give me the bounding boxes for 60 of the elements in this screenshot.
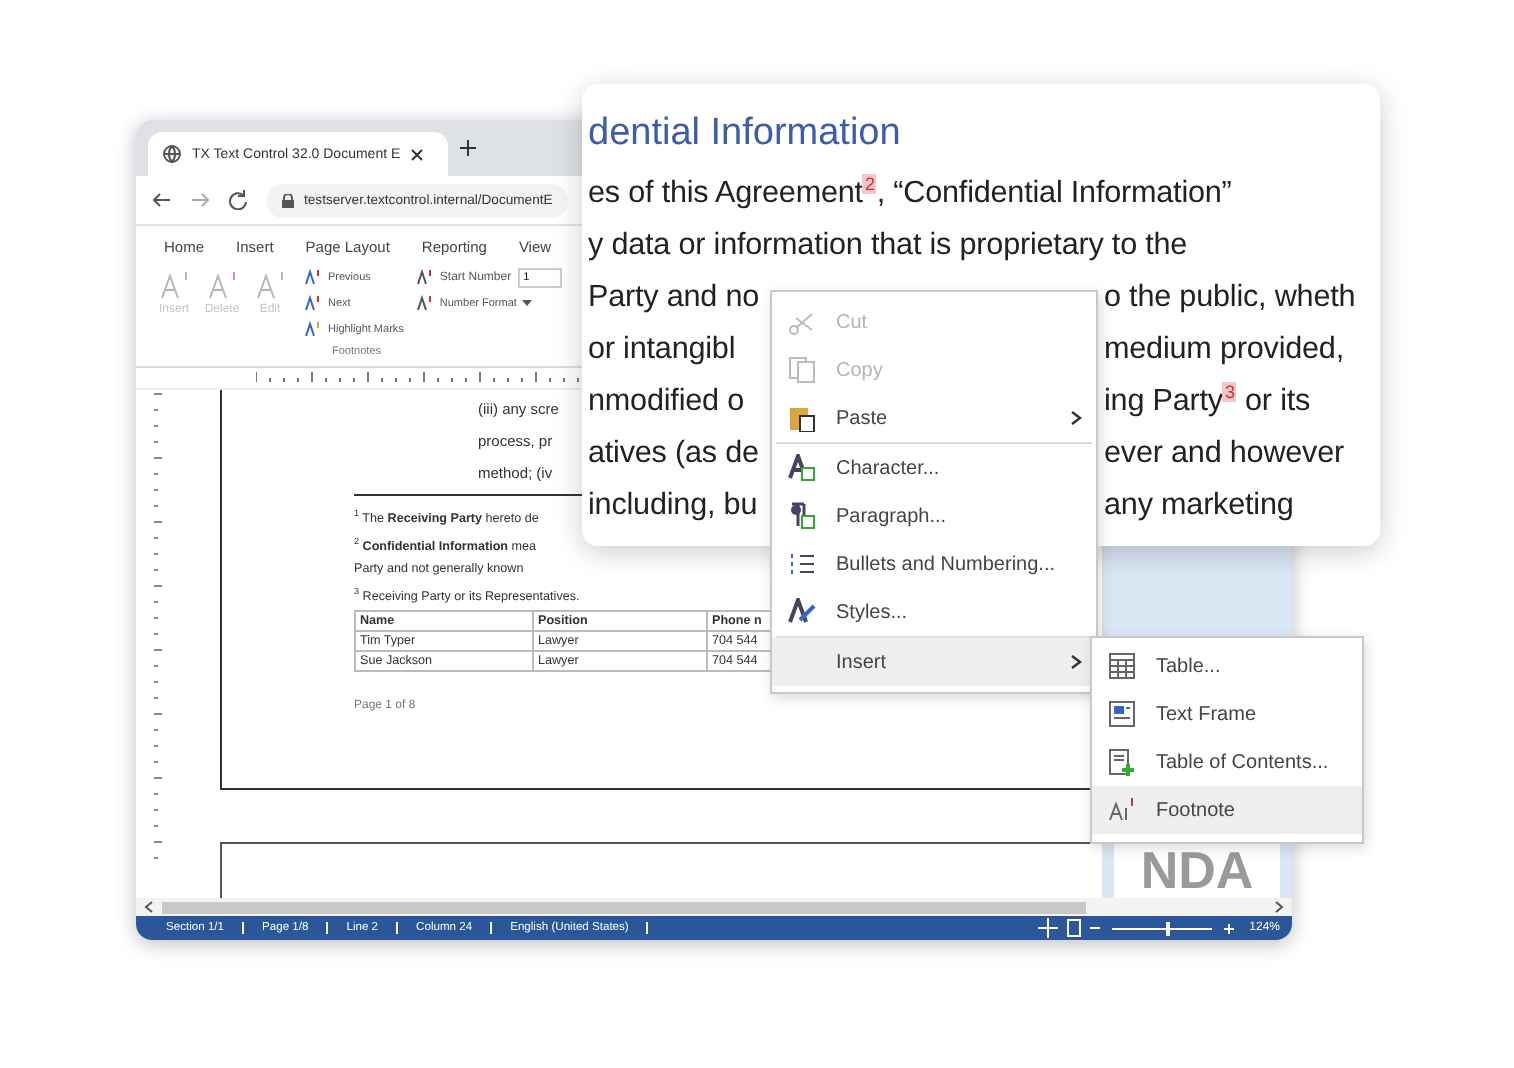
- heading-text: dential Information: [588, 110, 903, 158]
- body-text: o the public, wheth: [1104, 280, 1356, 316]
- body-text: nmodified o: [588, 384, 744, 420]
- page-icon: [1065, 918, 1082, 938]
- footnote-icon: [415, 268, 434, 286]
- globe-icon: [162, 144, 182, 164]
- chevron-right-icon: [1274, 900, 1284, 914]
- forward-icon: [190, 190, 210, 210]
- plus-icon: [1223, 923, 1234, 933]
- footnote-icon: [207, 270, 237, 300]
- body-text: ing Party$^{3}$ or its: [1104, 382, 1311, 422]
- menu-item[interactable]: Character...: [772, 444, 1096, 492]
- body-text: medium provided,: [1104, 332, 1344, 368]
- caret-icon: [522, 300, 533, 306]
- scissors-icon: [788, 308, 816, 336]
- menu-item[interactable]: Styles...: [772, 588, 1096, 636]
- thumbnail-text: NDA: [1140, 842, 1254, 898]
- pilcrow-icon: [788, 502, 816, 530]
- reload-icon: [228, 190, 248, 210]
- text-frame-icon: [1108, 700, 1136, 728]
- body-text: es of this Agreement$^{2}$, “Confidential Information”: [588, 174, 1232, 214]
- body-text: Party and no: [588, 280, 760, 316]
- styles-brush-icon: [788, 598, 816, 626]
- footnote-icon: [159, 270, 189, 300]
- chevron-left-icon: [144, 900, 154, 914]
- chevron-right-icon: [1068, 408, 1084, 428]
- body-text: y data or information that is proprietary to the: [588, 228, 1188, 264]
- menu-item[interactable]: Text Frame: [1092, 690, 1362, 738]
- body-text: ever and however: [1104, 436, 1344, 472]
- chevron-right-icon: [1068, 652, 1084, 672]
- clipboard-icon: [788, 404, 816, 432]
- body-text: atives (as de: [588, 436, 759, 472]
- footnote-icon: [304, 268, 322, 286]
- menu-item[interactable]: Insert: [772, 638, 1096, 686]
- footnote-icon: [415, 294, 434, 312]
- zoom-slider-thumb[interactable]: [1166, 921, 1171, 935]
- lock-icon: [282, 193, 294, 207]
- footnote-icon: [1108, 796, 1136, 824]
- back-icon: [152, 190, 172, 210]
- menu-item[interactable]: Footnote: [1092, 786, 1362, 834]
- menu-item[interactable]: Table...: [1092, 642, 1362, 690]
- table-icon: [1108, 652, 1136, 680]
- character-format-icon: [788, 454, 816, 482]
- footnote-icon: [304, 320, 322, 338]
- document-plus-icon: [1108, 748, 1136, 776]
- menu-item[interactable]: Paragraph...: [772, 492, 1096, 540]
- menu-item[interactable]: Table of Contents...: [1092, 738, 1362, 786]
- list-icon: [788, 550, 816, 578]
- body-text: or intangibl: [588, 332, 736, 368]
- horizontal-scrollbar[interactable]: [136, 898, 1292, 916]
- body-text: any marketing: [1104, 488, 1294, 524]
- close-icon: [410, 147, 425, 161]
- footnote-icon: [304, 294, 322, 312]
- menu-item[interactable]: Bullets and Numbering...: [772, 540, 1096, 588]
- plus-icon: [460, 140, 476, 156]
- footnote-icon: [255, 270, 285, 300]
- copy-icon: [788, 356, 816, 384]
- minus-icon: [1089, 924, 1100, 932]
- body-text: including, bu: [588, 488, 758, 524]
- menu-item[interactable]: Paste: [772, 394, 1096, 442]
